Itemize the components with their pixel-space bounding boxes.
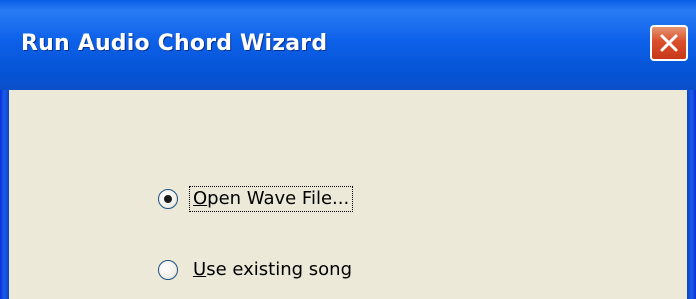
close-x-icon bbox=[660, 34, 678, 52]
close-button[interactable] bbox=[650, 25, 688, 61]
title-bar[interactable]: Run Audio Chord Wizard bbox=[0, 0, 696, 90]
mnemonic-o: O bbox=[193, 188, 208, 209]
radio-label-use-existing-song[interactable]: Use existing song bbox=[190, 258, 355, 282]
label-rest: pen Wave File... bbox=[207, 188, 350, 209]
radio-selected-dot bbox=[164, 195, 172, 203]
radio-open-wave-file[interactable]: Open Wave File... bbox=[158, 186, 354, 212]
window-title: Run Audio Chord Wizard bbox=[21, 31, 328, 56]
radio-button-circle[interactable] bbox=[158, 260, 178, 280]
radio-label-open-wave-file[interactable]: Open Wave File... bbox=[188, 186, 354, 212]
radio-use-existing-song[interactable]: Use existing song bbox=[158, 257, 355, 283]
radio-button-circle[interactable] bbox=[158, 189, 178, 209]
mnemonic-u: U bbox=[193, 259, 207, 280]
window-frame-right bbox=[687, 90, 696, 299]
label-rest: se existing song bbox=[206, 259, 352, 280]
dialog-window: Run Audio Chord Wizard Open Wave File...… bbox=[0, 0, 696, 299]
window-frame-left bbox=[0, 90, 9, 299]
